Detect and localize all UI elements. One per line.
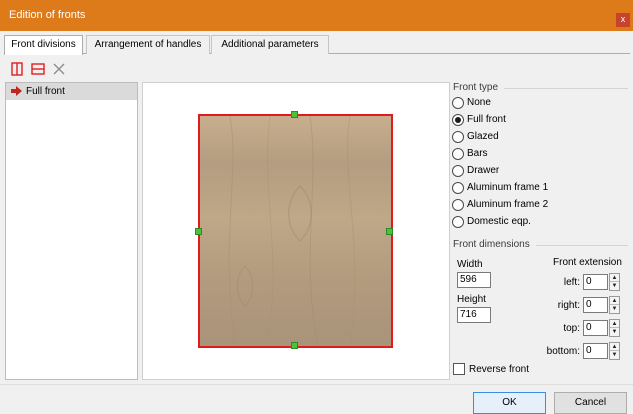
spin-up-icon[interactable]: ▲ (610, 343, 619, 351)
radio-label: None (467, 97, 491, 108)
window-title: Edition of fronts (9, 9, 86, 21)
radio-button[interactable] (452, 97, 464, 109)
radio-aluminum-frame-1[interactable]: Aluminum frame 1 (452, 181, 612, 197)
spin-down-icon[interactable]: ▼ (610, 305, 619, 313)
tab-label: Arrangement of handles (94, 39, 202, 50)
radio-label: Bars (467, 148, 488, 159)
close-icon: x (620, 14, 626, 24)
resize-handle-top[interactable] (291, 111, 298, 118)
radio-label: Glazed (467, 131, 499, 142)
front-extension-title: Front extension (553, 257, 622, 268)
delete-division-button[interactable] (51, 61, 67, 77)
spin-up-icon[interactable]: ▲ (610, 297, 619, 305)
resize-handle-right[interactable] (386, 228, 393, 235)
radio-button[interactable] (452, 114, 464, 126)
radio-button[interactable] (452, 165, 464, 177)
tab-front-divisions[interactable]: Front divisions (4, 35, 83, 55)
top-label: top: (563, 323, 580, 334)
spin-up-icon[interactable]: ▲ (610, 274, 619, 282)
reverse-front-checkbox[interactable] (453, 363, 465, 375)
width-label: Width (457, 259, 483, 270)
spin-down-icon[interactable]: ▼ (610, 328, 619, 336)
group-divider (536, 245, 628, 246)
radio-label: Domestic eqp. (467, 216, 531, 227)
arrow-right-icon (11, 86, 22, 96)
tab-additional-parameters[interactable]: Additional parameters (211, 35, 329, 54)
front-dimensions-title: Front dimensions (453, 239, 530, 250)
tab-label: Additional parameters (221, 39, 319, 50)
spin-up-icon[interactable]: ▲ (610, 320, 619, 328)
width-input[interactable]: 596 (457, 272, 491, 288)
close-button[interactable]: x (616, 13, 630, 27)
right-extension-input[interactable]: 0 (583, 297, 608, 313)
resize-handle-left[interactable] (195, 228, 202, 235)
tab-bar: Front divisions Arrangement of handles A… (4, 35, 630, 55)
radio-button[interactable] (452, 216, 464, 228)
split-horizontal-icon (31, 63, 45, 75)
radio-full-front[interactable]: Full front (452, 113, 612, 129)
front-panel[interactable] (198, 114, 393, 348)
tab-label: Front divisions (11, 39, 76, 50)
radio-none[interactable]: None (452, 96, 612, 112)
height-label: Height (457, 294, 486, 305)
front-type-title: Front type (453, 82, 499, 93)
right-label: right: (557, 300, 580, 311)
bottom-extension-input[interactable]: 0 (583, 343, 608, 359)
bottom-label: bottom: (546, 346, 580, 357)
front-preview (142, 82, 450, 380)
split-horizontal-button[interactable] (30, 61, 46, 77)
radio-aluminum-frame-2[interactable]: Aluminum frame 2 (452, 198, 612, 214)
bottom-extension-spinner[interactable]: ▲ ▼ (609, 342, 620, 360)
radio-label: Drawer (467, 165, 500, 176)
wood-grain-texture (228, 116, 356, 346)
radio-button[interactable] (452, 131, 464, 143)
height-input[interactable]: 716 (457, 307, 491, 323)
split-vertical-icon (11, 62, 23, 76)
list-item-label: Full front (26, 86, 65, 97)
left-extension-spinner[interactable]: ▲ ▼ (609, 273, 620, 291)
tab-arrangement-of-handles[interactable]: Arrangement of handles (86, 35, 210, 54)
reverse-front-label: Reverse front (469, 364, 530, 375)
radio-label: Aluminum frame 2 (467, 199, 549, 210)
split-vertical-button[interactable] (9, 61, 25, 77)
group-divider (504, 88, 628, 89)
divisions-list[interactable]: Full front (5, 82, 138, 380)
radio-glazed[interactable]: Glazed (452, 130, 612, 146)
spin-down-icon[interactable]: ▼ (610, 282, 619, 290)
delete-icon (53, 63, 65, 75)
spin-down-icon[interactable]: ▼ (610, 351, 619, 359)
radio-drawer[interactable]: Drawer (452, 164, 612, 180)
radio-button[interactable] (452, 182, 464, 194)
ok-button[interactable]: OK (473, 392, 546, 414)
top-extension-spinner[interactable]: ▲ ▼ (609, 319, 620, 337)
left-label: left: (563, 277, 580, 288)
radio-button[interactable] (452, 199, 464, 211)
right-extension-spinner[interactable]: ▲ ▼ (609, 296, 620, 314)
cancel-button[interactable]: Cancel (554, 392, 627, 414)
radio-label: Aluminum frame 1 (467, 182, 549, 193)
radio-label: Full front (467, 114, 506, 125)
front-settings-panel: Front type None Full front Glazed Bars D… (452, 82, 629, 380)
list-item-full-front[interactable]: Full front (6, 83, 137, 100)
radio-bars[interactable]: Bars (452, 147, 612, 163)
radio-domestic-eqp[interactable]: Domestic eqp. (452, 215, 612, 231)
left-extension-input[interactable]: 0 (583, 274, 608, 290)
resize-handle-bottom[interactable] (291, 342, 298, 349)
radio-button[interactable] (452, 148, 464, 160)
reverse-front-toggle[interactable]: Reverse front (453, 363, 573, 377)
title-bar: Edition of fronts x (0, 0, 633, 31)
dialog-footer: OK Cancel (0, 384, 633, 414)
top-extension-input[interactable]: 0 (583, 320, 608, 336)
